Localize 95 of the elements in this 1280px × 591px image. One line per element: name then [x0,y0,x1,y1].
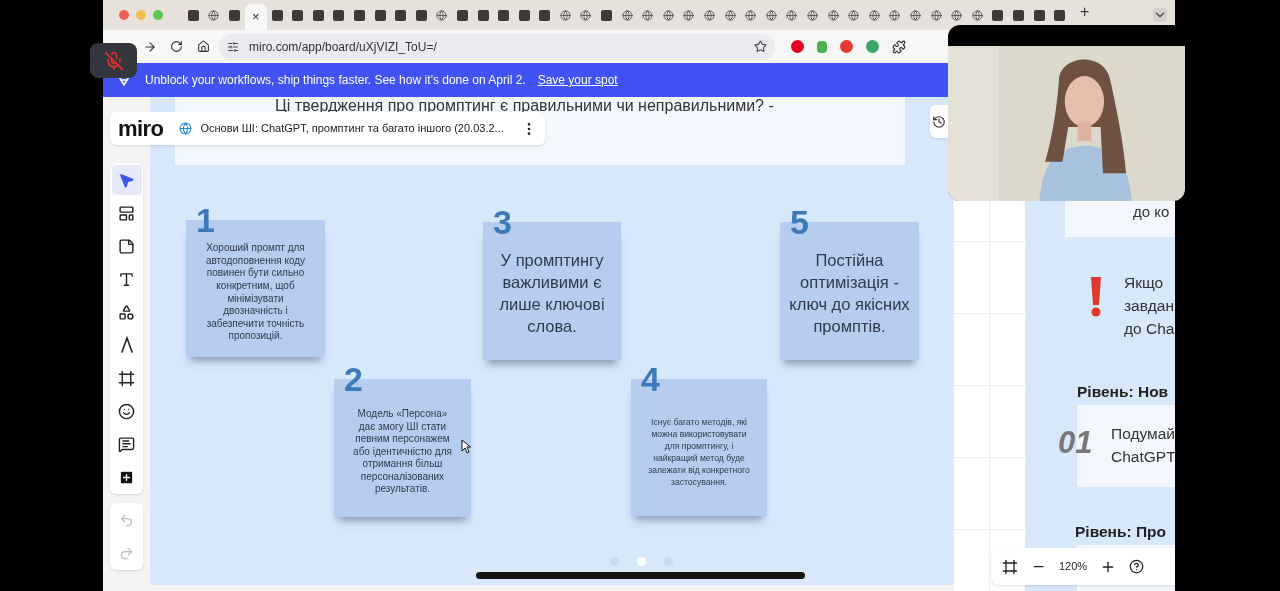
site-icon [353,9,365,21]
miro-logo: miro [118,117,164,140]
help-icon[interactable] [1129,559,1145,574]
globe-icon [621,9,633,21]
globe-icon [910,9,921,21]
site-icon [1054,9,1066,21]
reload-icon[interactable] [170,40,183,53]
globe-icon [436,9,448,21]
globe-icon [807,9,818,21]
fit-icon[interactable] [1002,558,1018,575]
globe-icon [889,9,901,21]
text-icon [118,270,135,288]
warning-text: Якщо завдан до Cha [1124,273,1175,339]
globe-icon [930,9,942,21]
globe-icon [704,9,716,21]
site-icon [187,9,199,21]
frame-icon [118,369,135,387]
extension-icon[interactable] [791,40,804,53]
url-text: miro.com/app/board/uXjVIZI_ToU=/ [249,38,437,56]
site-icon [395,9,407,21]
sticky-text: Хороший промпт для автодоповнення коду повинен бути сильно конкретним, щоб мінімізувати двозначність і забезпечити точність пропозицій. [204,242,307,343]
step-text: Подумай ChatGPT [1111,424,1175,467]
site-icon [271,9,283,21]
history-button[interactable] [930,105,948,138]
mic-off-icon [103,50,124,71]
globe-icon [745,9,757,21]
shapes-icon [118,303,135,321]
comment-icon [118,435,135,453]
save-spot-link[interactable]: Save your spot [537,71,618,89]
site-icon [518,9,530,21]
new-tab-button[interactable]: + [1075,0,1094,24]
redo-icon [119,545,134,561]
undo-icon [119,512,134,528]
extensions-icon[interactable] [892,39,906,54]
globe-icon [971,9,983,21]
globe-icon [683,9,695,21]
sticky-text: У промптингу важливими є лише ключові слова. [498,250,606,337]
globe-icon [827,9,839,21]
more-icon [118,468,135,486]
globe-icon [642,9,654,21]
globe-icon [951,9,963,21]
address-field[interactable]: miro.com/app/board/uXjVIZI_ToU=/ [219,33,775,60]
mic-button[interactable] [90,43,137,78]
browser-tab[interactable]: × [244,4,267,30]
site-icon [477,9,489,21]
globe-icon [179,122,193,135]
sticky-icon [118,237,135,255]
level-heading: Рівень: Про [1075,522,1167,542]
site-icon [456,9,468,21]
globe-icon [868,9,880,21]
warning-icon [1089,277,1103,317]
extension-icon[interactable] [817,40,827,53]
level-heading: Рівень: Нов [1077,382,1169,402]
forward-icon[interactable] [143,39,157,54]
sticky-text: Модель «Персона» дає змогу ШІ стати певним персонажем або ідентичністю для отримання більш персоналізованих результатів. [352,407,453,497]
globe-icon [848,9,860,21]
zoom-level: 120% [1059,559,1088,575]
globe-icon [786,9,798,21]
site-icon [229,9,240,21]
extension-icon[interactable] [866,40,879,53]
history-icon [932,114,946,129]
site-icon [992,9,1004,21]
templates-icon [118,204,135,222]
extension-icon[interactable] [840,40,853,53]
site-icon [601,9,613,21]
site-icon [498,9,510,21]
bookmark-star-icon[interactable] [754,40,767,53]
select-tool[interactable] [111,165,142,195]
globe-icon [559,9,571,21]
home-icon[interactable] [197,40,210,53]
board-title[interactable]: Основи ШІ: ChatGPT, промптинг та багато іншого (20.03.2... [200,120,504,137]
site-icon [374,9,386,21]
globe-icon [208,9,220,21]
select-icon [118,171,135,189]
globe-icon [765,9,777,21]
banner-text: Unblock your workflows, ship things faster. See how it’s done on April 2. [145,72,526,89]
globe-icon [662,9,674,21]
site-icon [292,9,304,21]
site-icon [333,9,345,21]
note-text: до ко [1133,202,1170,222]
sticky-text: Постійна оптимізація - ключ до якісних промптів. [788,250,911,337]
step-number: 01 [1058,426,1093,460]
site-info-icon[interactable] [227,40,239,53]
cursor-icon [461,439,471,454]
tab-list-icon[interactable] [1153,8,1167,22]
globe-icon [724,9,736,21]
close-window-icon[interactable] [119,10,129,20]
site-icon [1012,9,1024,21]
site-icon [312,9,324,21]
site-icon [539,9,551,21]
site-icon [415,9,427,21]
sticky-text: Існує багато методів, які можна використовувати для промптингу, і найкращий метод буде залежати від конкретного застосування. [647,415,751,488]
site-icon [1033,9,1045,21]
reactions-icon [118,402,135,420]
globe-icon [580,9,592,21]
